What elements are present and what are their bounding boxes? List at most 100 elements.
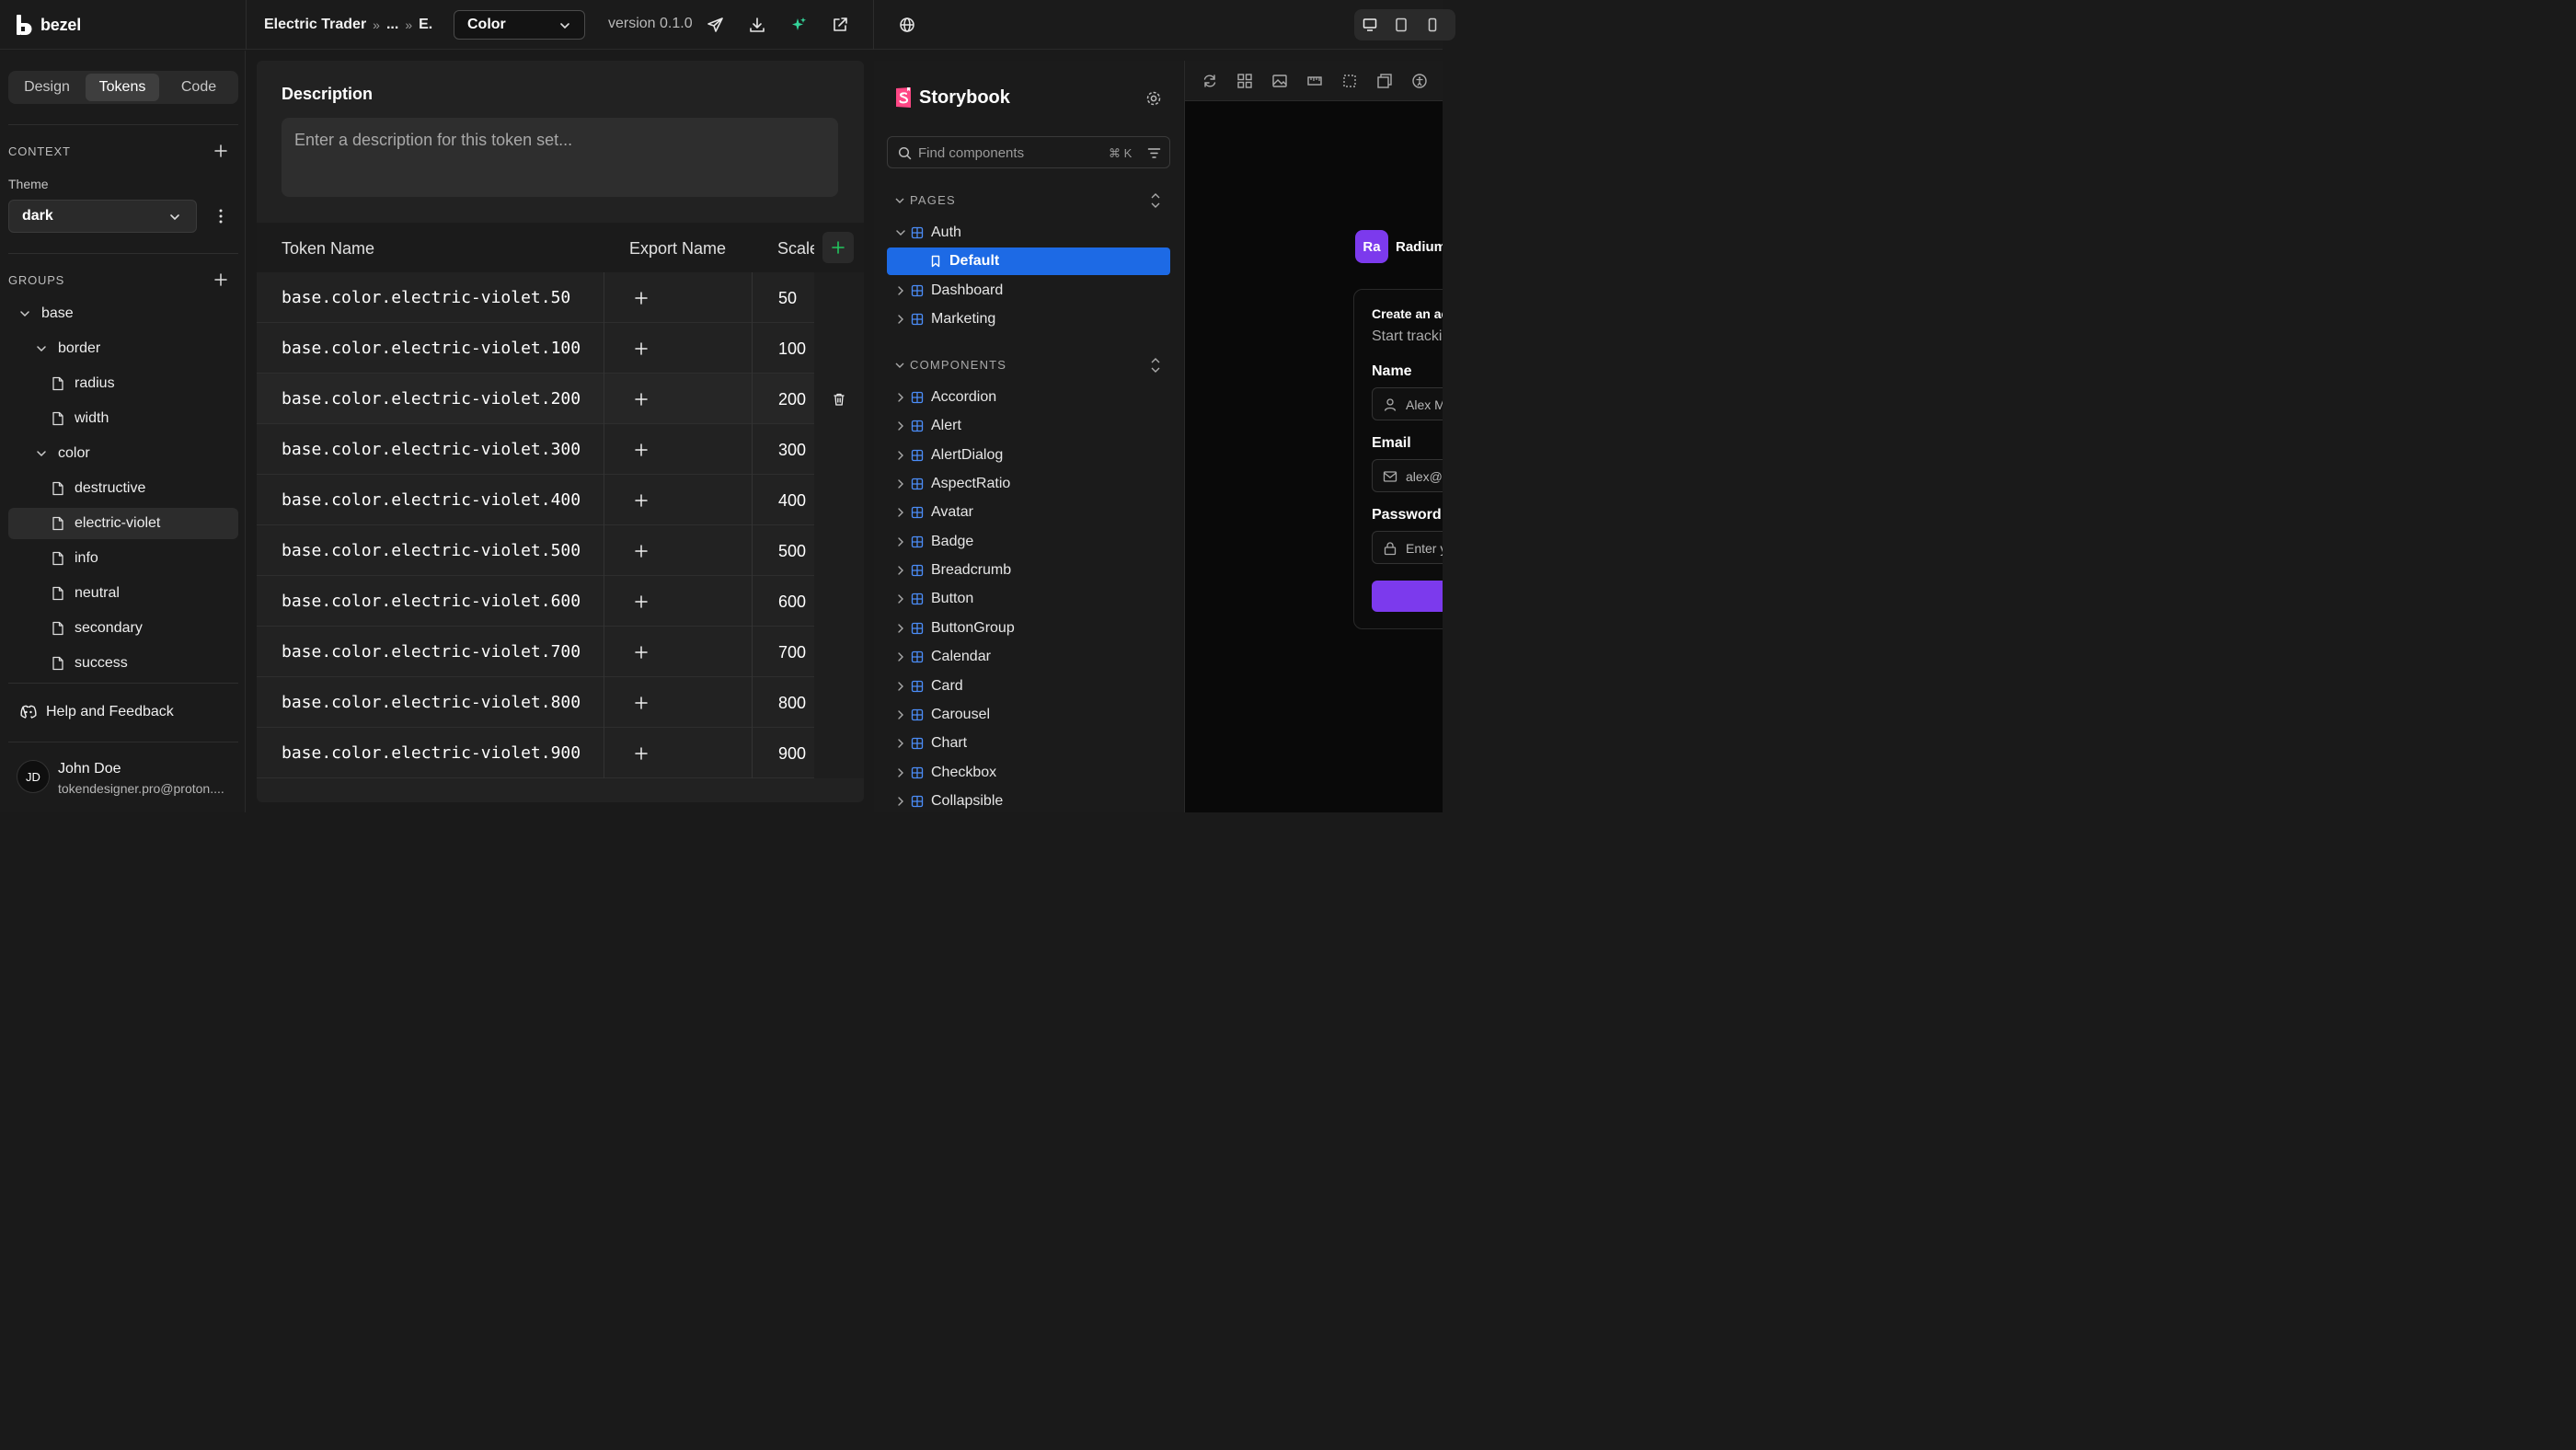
scale-cell[interactable]: 900 bbox=[778, 744, 806, 764]
table-row[interactable]: base.color.electric-violet.200 200 bbox=[257, 374, 864, 424]
tree-item-neutral[interactable]: neutral bbox=[51, 578, 120, 609]
scale-cell[interactable]: 800 bbox=[778, 694, 806, 713]
chevron-down-icon[interactable] bbox=[894, 195, 905, 206]
table-row[interactable]: base.color.electric-violet.700 700 bbox=[257, 627, 864, 677]
download-button[interactable] bbox=[747, 15, 767, 35]
desktop-view-button[interactable] bbox=[1358, 14, 1382, 36]
add-column-button[interactable] bbox=[822, 232, 854, 263]
storybook-item-buttongroup[interactable]: ButtonGroup bbox=[887, 615, 1170, 642]
storybook-item-checkbox[interactable]: Checkbox bbox=[887, 759, 1170, 787]
tablet-view-button[interactable] bbox=[1389, 14, 1413, 36]
password-input[interactable]: Enter y bbox=[1372, 531, 1443, 564]
scale-cell[interactable]: 50 bbox=[778, 289, 797, 308]
table-row[interactable]: base.color.electric-violet.800 800 bbox=[257, 677, 864, 728]
breadcrumb-project[interactable]: Electric Trader bbox=[264, 17, 366, 33]
chevron-down-icon[interactable] bbox=[894, 360, 905, 371]
tree-item-secondary[interactable]: secondary bbox=[51, 613, 143, 644]
help-feedback-button[interactable]: Help and Feedback bbox=[20, 702, 174, 722]
table-row[interactable]: base.color.electric-violet.900 900 bbox=[257, 728, 864, 778]
tab-code[interactable]: Code bbox=[162, 74, 236, 101]
token-set-select[interactable]: Color bbox=[454, 10, 585, 40]
name-input[interactable]: Alex M bbox=[1372, 387, 1443, 420]
storybook-item-button[interactable]: Button bbox=[887, 585, 1170, 613]
storybook-logo[interactable]: Storybook bbox=[895, 86, 1010, 109]
publish-button[interactable] bbox=[706, 15, 726, 35]
token-name-cell[interactable]: base.color.electric-violet.300 bbox=[282, 440, 581, 459]
storybook-item-alertdialog[interactable]: AlertDialog bbox=[887, 442, 1170, 469]
scale-cell[interactable]: 600 bbox=[778, 593, 806, 612]
storybook-item-chart[interactable]: Chart bbox=[887, 730, 1170, 757]
tab-design[interactable]: Design bbox=[11, 74, 83, 101]
tree-item-success[interactable]: success bbox=[51, 648, 128, 679]
user-avatar[interactable]: JD bbox=[17, 760, 50, 793]
tab-tokens[interactable]: Tokens bbox=[86, 74, 159, 101]
token-name-cell[interactable]: base.color.electric-violet.800 bbox=[282, 693, 581, 712]
storybook-item-default[interactable]: Default bbox=[887, 247, 1170, 276]
accessibility-icon[interactable] bbox=[1411, 73, 1428, 89]
brand[interactable]: bezel bbox=[15, 13, 81, 37]
tree-item-border[interactable]: border bbox=[34, 333, 100, 364]
token-name-cell[interactable]: base.color.electric-violet.500 bbox=[282, 541, 581, 560]
storybook-item-badge[interactable]: Badge bbox=[887, 528, 1170, 556]
breadcrumb-current[interactable]: E. bbox=[419, 17, 432, 33]
description-input[interactable]: Enter a description for this token set..… bbox=[282, 118, 838, 197]
version-label[interactable]: version 0.1.0 bbox=[608, 16, 693, 32]
mobile-view-button[interactable] bbox=[1420, 14, 1444, 36]
reload-icon[interactable] bbox=[1202, 73, 1218, 89]
components-section-label[interactable]: COMPONENTS bbox=[910, 358, 1006, 372]
add-group-plus-icon[interactable] bbox=[213, 272, 228, 287]
storybook-item-breadcrumb[interactable]: Breadcrumb bbox=[887, 557, 1170, 584]
add-export-name-plus-icon[interactable] bbox=[634, 291, 649, 305]
add-export-name-plus-icon[interactable] bbox=[634, 746, 649, 761]
storybook-item-carousel[interactable]: Carousel bbox=[887, 701, 1170, 729]
add-export-name-plus-icon[interactable] bbox=[634, 443, 649, 457]
email-input[interactable]: alex@c bbox=[1372, 459, 1443, 492]
tree-item-width[interactable]: width bbox=[51, 403, 109, 434]
gear-icon[interactable] bbox=[1145, 90, 1162, 107]
trash-icon[interactable] bbox=[832, 392, 846, 407]
create-account-button[interactable] bbox=[1372, 581, 1443, 612]
language-button[interactable] bbox=[897, 15, 917, 35]
tree-item-electric-violet[interactable]: electric-violet bbox=[8, 508, 238, 539]
scale-cell[interactable]: 700 bbox=[778, 643, 806, 662]
token-name-cell[interactable]: base.color.electric-violet.900 bbox=[282, 743, 581, 763]
theme-select[interactable]: dark bbox=[8, 200, 197, 233]
ruler-icon[interactable] bbox=[1306, 73, 1323, 89]
table-row[interactable]: base.color.electric-violet.600 600 bbox=[257, 576, 864, 627]
table-row[interactable]: base.color.electric-violet.100 100 bbox=[257, 323, 864, 374]
expand-collapse-icon[interactable] bbox=[1149, 357, 1162, 374]
ai-assist-button[interactable] bbox=[788, 15, 809, 35]
table-row[interactable]: base.color.electric-violet.500 500 bbox=[257, 525, 864, 576]
add-export-name-plus-icon[interactable] bbox=[634, 493, 649, 508]
add-export-name-plus-icon[interactable] bbox=[634, 341, 649, 356]
component-search-input[interactable]: Find components ⌘ K bbox=[887, 136, 1170, 168]
token-name-cell[interactable]: base.color.electric-violet.700 bbox=[282, 642, 581, 662]
add-export-name-plus-icon[interactable] bbox=[634, 594, 649, 609]
table-row[interactable]: base.color.electric-violet.300 300 bbox=[257, 424, 864, 475]
storybook-item-accordion[interactable]: Accordion bbox=[887, 384, 1170, 411]
token-name-cell[interactable]: base.color.electric-violet.50 bbox=[282, 288, 570, 307]
filter-icon[interactable] bbox=[1147, 146, 1161, 160]
storybook-item-card[interactable]: Card bbox=[887, 673, 1170, 700]
tree-item-radius[interactable]: radius bbox=[51, 368, 115, 399]
tree-item-info[interactable]: info bbox=[51, 543, 98, 574]
more-vertical-icon[interactable] bbox=[213, 207, 228, 225]
token-name-cell[interactable]: base.color.electric-violet.600 bbox=[282, 592, 581, 611]
open-external-button[interactable] bbox=[830, 15, 850, 35]
storybook-item-auth[interactable]: Auth bbox=[887, 219, 1170, 247]
tree-item-destructive[interactable]: destructive bbox=[51, 473, 145, 504]
tree-item-color[interactable]: color bbox=[34, 438, 90, 469]
scale-cell[interactable]: 400 bbox=[778, 491, 806, 511]
outline-icon[interactable] bbox=[1341, 73, 1358, 89]
scale-cell[interactable]: 100 bbox=[778, 339, 806, 359]
add-export-name-plus-icon[interactable] bbox=[634, 696, 649, 710]
add-export-name-plus-icon[interactable] bbox=[634, 544, 649, 558]
breadcrumb-ellipsis[interactable]: ... bbox=[386, 17, 398, 33]
add-export-name-plus-icon[interactable] bbox=[634, 645, 649, 660]
token-name-cell[interactable]: base.color.electric-violet.200 bbox=[282, 389, 581, 409]
scale-cell[interactable]: 300 bbox=[778, 441, 806, 460]
table-row[interactable]: base.color.electric-violet.400 400 bbox=[257, 475, 864, 525]
token-name-cell[interactable]: base.color.electric-violet.400 bbox=[282, 490, 581, 510]
scale-cell[interactable]: 200 bbox=[778, 390, 806, 409]
scale-cell[interactable]: 500 bbox=[778, 542, 806, 561]
